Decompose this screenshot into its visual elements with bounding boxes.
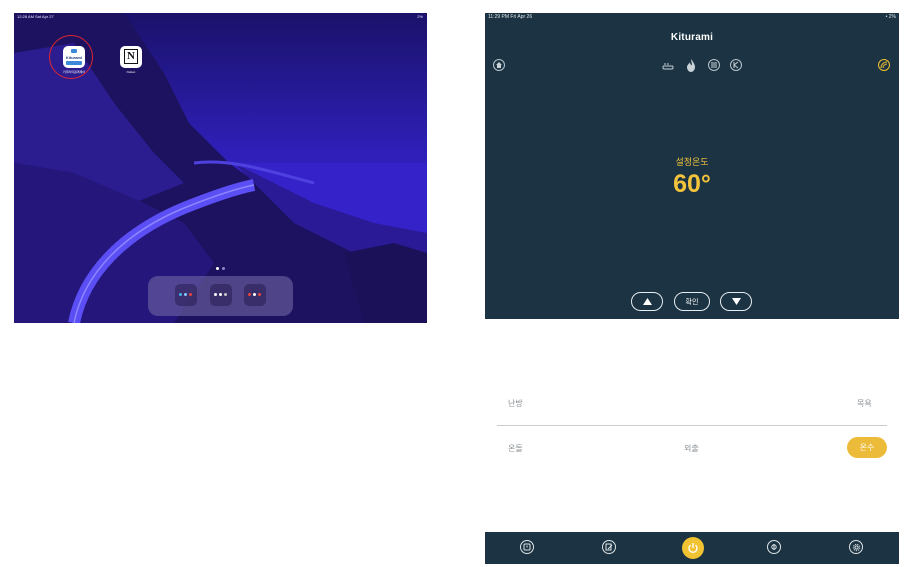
dock	[148, 276, 293, 316]
set-temperature-value: 60°	[673, 170, 711, 198]
mode-divider	[497, 425, 887, 426]
set-temperature-label: 설정온도	[675, 157, 709, 167]
mode-hot-water-button[interactable]: 온수	[847, 437, 887, 458]
page-dot[interactable]	[222, 267, 225, 270]
kiturami-main-panel: 11:29 PM Fri Apr 26 • 2% Kiturami 설정온도 6…	[485, 13, 899, 319]
away-status-icon	[730, 59, 742, 71]
hot-water-status-icon	[708, 59, 720, 71]
notion-app-icon[interactable]: N	[120, 46, 142, 68]
power-icon	[688, 543, 698, 554]
status-battery: • 2%	[886, 14, 896, 20]
highlight-circle	[49, 35, 93, 79]
wifi-icon: •	[885, 14, 888, 20]
triangle-up-icon	[642, 298, 652, 305]
mode-away[interactable]: 외출	[684, 443, 699, 454]
status-time: 11:29 PM Fri Apr 26	[488, 14, 533, 20]
timer-icon[interactable]	[520, 540, 534, 554]
bottom-nav-bar	[485, 532, 899, 564]
ipad-status-battery: 2%	[417, 14, 423, 19]
signal-icon[interactable]	[878, 59, 890, 71]
temp-up-button[interactable]	[631, 292, 663, 311]
boiler-icon[interactable]	[767, 540, 781, 554]
notion-app-label: Notion	[126, 70, 136, 74]
mode-heating[interactable]: 난방	[508, 398, 523, 409]
dock-folder-2[interactable]	[210, 284, 232, 306]
temp-down-button[interactable]	[720, 292, 752, 311]
confirm-button[interactable]: 확인	[674, 292, 710, 311]
ipad-home-screen: 12:28 AM Sat Apr 27 2% Kiturami 키뚜라미원격제어…	[14, 13, 427, 323]
settings-icon[interactable]	[849, 540, 863, 554]
bath-status-icon	[662, 60, 674, 72]
mode-bath[interactable]: 목욕	[857, 398, 872, 409]
power-button[interactable]	[682, 537, 704, 559]
notion-n-icon: N	[124, 49, 138, 64]
page-dot-active[interactable]	[216, 267, 219, 270]
kiturami-logo: Kiturami	[670, 32, 714, 43]
dock-folder-1[interactable]	[175, 284, 197, 306]
triangle-down-icon	[731, 298, 741, 305]
home-icon[interactable]	[493, 59, 505, 71]
ipad-status-time: 12:28 AM Sat Apr 27	[17, 14, 54, 19]
schedule-edit-icon[interactable]	[602, 540, 616, 554]
battery-percent: 2%	[888, 14, 896, 20]
flame-icon	[685, 58, 697, 72]
dock-folder-3[interactable]	[244, 284, 266, 306]
mode-ondol[interactable]: 온돌	[508, 443, 523, 454]
